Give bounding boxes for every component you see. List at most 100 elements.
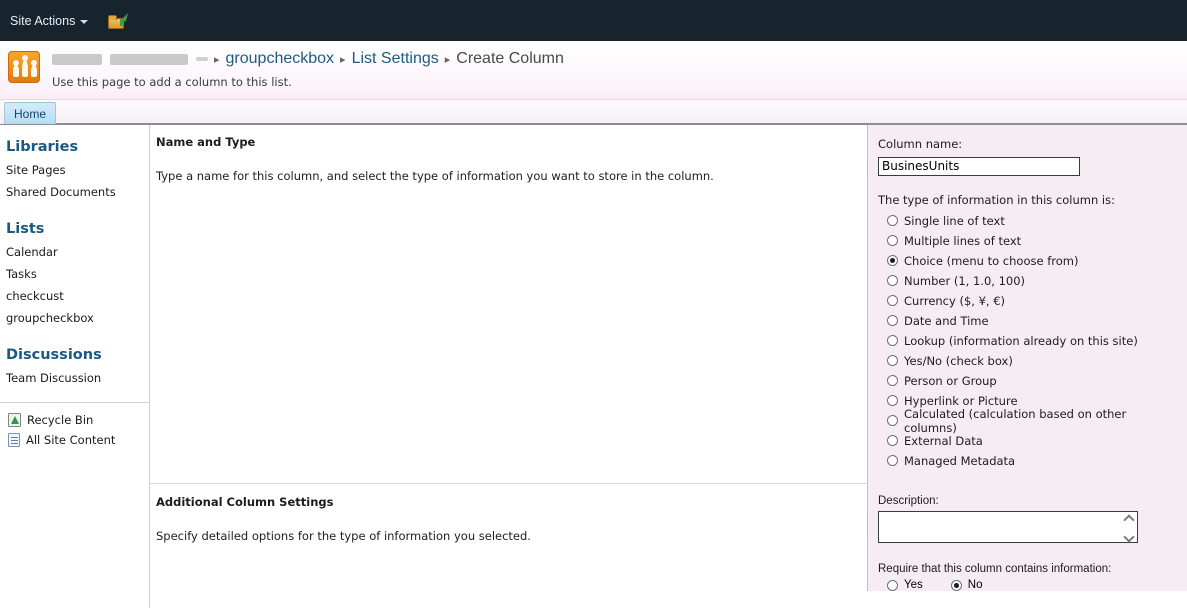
sidebar-item-groupcheckbox[interactable]: groupcheckbox xyxy=(0,307,149,329)
radio-icon xyxy=(887,435,898,446)
radio-multiple-lines-of-text[interactable]: Multiple lines of text xyxy=(878,231,1177,251)
arrow-head-shape xyxy=(121,11,129,21)
radio-label: Currency ($, ¥, €) xyxy=(904,293,1006,308)
sidebar-item-checkcust[interactable]: checkcust xyxy=(0,285,149,307)
sidebar-item-recycle-bin[interactable]: Recycle Bin xyxy=(0,410,149,430)
breadcrumb-separator-icon: ▸ xyxy=(340,54,346,66)
nav-heading-libraries: Libraries xyxy=(6,139,79,155)
site-actions-label: Site Actions xyxy=(10,13,76,28)
page-header: ▸ groupcheckbox ▸ List Settings ▸ Create… xyxy=(0,41,1187,100)
require-information-label: Require that this column contains inform… xyxy=(878,563,1112,575)
radio-icon xyxy=(887,235,898,246)
breadcrumb-item-site-redacted[interactable] xyxy=(52,53,208,65)
radio-icon xyxy=(887,455,898,466)
main-content: Name and Type Type a name for this colum… xyxy=(150,125,1187,608)
breadcrumb-separator-icon: ▸ xyxy=(214,54,220,66)
radio-label: Hyperlink or Picture xyxy=(904,393,1018,408)
additional-column-settings-section: Additional Column Settings Specify detai… xyxy=(150,483,868,591)
radio-icon xyxy=(887,355,898,366)
team-site-people-icon xyxy=(8,51,40,83)
section-description-additional-settings: Specify detailed options for the type of… xyxy=(156,529,531,543)
sidebar-item-label: All Site Content xyxy=(26,433,116,447)
breadcrumb: ▸ groupcheckbox ▸ List Settings ▸ Create… xyxy=(52,50,564,68)
radio-currency[interactable]: Currency ($, ¥, €) xyxy=(878,291,1177,311)
ribbon-empty-area xyxy=(56,115,1187,124)
column-name-label: Column name: xyxy=(878,137,963,151)
radio-icon xyxy=(887,579,898,591)
radio-date-and-time[interactable]: Date and Time xyxy=(878,311,1177,331)
radio-person-or-group[interactable]: Person or Group xyxy=(878,371,1177,391)
redaction-block xyxy=(110,53,188,65)
top-bar: Site Actions xyxy=(0,0,1187,41)
radio-icon xyxy=(887,275,898,286)
name-and-type-section: Name and Type Type a name for this colum… xyxy=(150,125,868,483)
radio-label: Number (1, 1.0, 100) xyxy=(904,273,1026,288)
radio-label: Date and Time xyxy=(904,313,989,328)
left-navigation: Libraries Site Pages Shared Documents Li… xyxy=(0,125,150,608)
radio-icon xyxy=(887,295,898,306)
radio-single-line-of-text[interactable]: Single line of text xyxy=(878,211,1177,231)
radio-icon-selected xyxy=(887,255,898,266)
radio-require-no[interactable]: No xyxy=(950,579,982,591)
radio-require-yes[interactable]: Yes xyxy=(887,579,923,591)
chevron-down-icon xyxy=(80,19,89,24)
radio-icon xyxy=(887,315,898,326)
breadcrumb-item-create-column: Create Column xyxy=(456,50,564,67)
site-actions-menu[interactable]: Site Actions xyxy=(6,12,92,30)
radio-calculated[interactable]: Calculated (calculation based on other c… xyxy=(878,407,1177,435)
name-and-type-fields: Column name: The type of information in … xyxy=(868,125,1187,483)
tab-home[interactable]: Home xyxy=(4,102,57,124)
chevron-down-icon[interactable] xyxy=(1125,534,1134,541)
description-textarea[interactable] xyxy=(878,511,1138,543)
description-label: Description: xyxy=(878,495,939,507)
radio-label: Person or Group xyxy=(904,373,997,388)
radio-label: Lookup (information already on this site… xyxy=(904,333,1138,348)
page-description: Use this page to add a column to this li… xyxy=(52,75,292,89)
navigate-up-folder-icon[interactable] xyxy=(108,11,129,29)
radio-label: Single line of text xyxy=(904,213,1005,228)
radio-icon-selected xyxy=(950,579,962,591)
radio-label: Yes/No (check box) xyxy=(904,353,1013,368)
column-type-label: The type of information in this column i… xyxy=(878,192,1115,207)
radio-lookup[interactable]: Lookup (information already on this site… xyxy=(878,331,1177,351)
nav-heading-discussions: Discussions xyxy=(6,347,102,363)
radio-number[interactable]: Number (1, 1.0, 100) xyxy=(878,271,1177,291)
radio-icon xyxy=(887,215,898,226)
radio-icon xyxy=(887,335,898,346)
breadcrumb-separator-icon: ▸ xyxy=(444,54,451,66)
sidebar-item-shared-documents[interactable]: Shared Documents xyxy=(0,181,149,203)
radio-label: Calculated (calculation based on other c… xyxy=(904,406,1127,435)
radio-choice[interactable]: Choice (menu to choose from) xyxy=(878,251,1177,271)
radio-label: Multiple lines of text xyxy=(904,233,1022,248)
nav-heading-lists: Lists xyxy=(6,221,45,237)
radio-yes-no[interactable]: Yes/No (check box) xyxy=(878,351,1177,371)
redaction-block xyxy=(52,53,102,65)
radio-icon xyxy=(887,415,898,426)
sidebar-item-all-site-content[interactable]: All Site Content xyxy=(0,430,149,450)
all-site-content-icon xyxy=(8,433,20,447)
chevron-up-icon[interactable] xyxy=(1125,515,1134,522)
radio-label: Managed Metadata xyxy=(904,453,1016,468)
sidebar-bottom-links: Recycle Bin All Site Content xyxy=(0,402,149,450)
radio-managed-metadata[interactable]: Managed Metadata xyxy=(878,451,1177,471)
page-body: Libraries Site Pages Shared Documents Li… xyxy=(0,125,1187,608)
require-information-options: Yes No xyxy=(878,579,1177,591)
section-description-name-and-type: Type a name for this column, and select … xyxy=(156,169,714,183)
section-title-name-and-type: Name and Type xyxy=(156,135,256,149)
sidebar-item-site-pages[interactable]: Site Pages xyxy=(0,159,149,181)
breadcrumb-item-groupcheckbox[interactable]: groupcheckbox xyxy=(226,50,335,68)
radio-label: Yes xyxy=(904,579,923,591)
radio-label: External Data xyxy=(904,433,983,448)
sidebar-item-team-discussion[interactable]: Team Discussion xyxy=(0,367,149,389)
radio-label: Choice (menu to choose from) xyxy=(904,253,1079,268)
section-title-additional-settings: Additional Column Settings xyxy=(156,495,334,509)
column-name-input[interactable] xyxy=(878,156,1080,176)
additional-settings-row: Additional Column Settings Specify detai… xyxy=(150,483,1187,591)
radio-icon xyxy=(887,375,898,386)
sidebar-item-calendar[interactable]: Calendar xyxy=(0,241,149,263)
sidebar-item-tasks[interactable]: Tasks xyxy=(0,263,149,285)
recycle-bin-icon xyxy=(8,413,21,427)
breadcrumb-item-list-settings[interactable]: List Settings xyxy=(352,50,439,68)
textarea-scroll-arrows[interactable] xyxy=(1122,513,1136,543)
